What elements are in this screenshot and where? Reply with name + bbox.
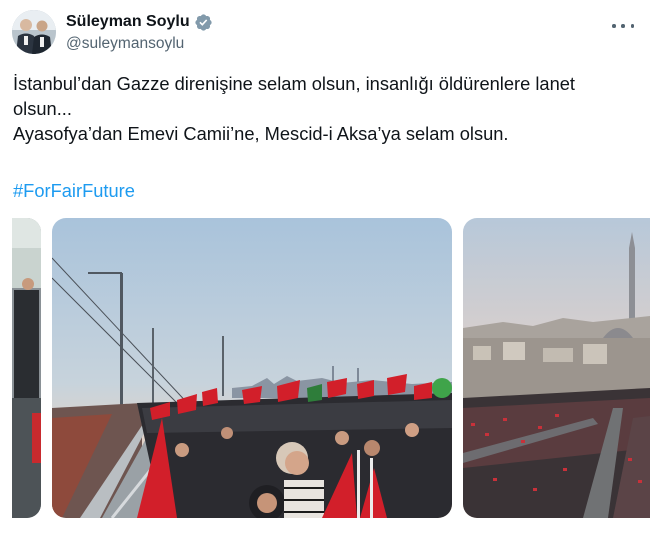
crowd-photo-partial[interactable] <box>12 218 41 518</box>
author-display-name[interactable]: Süleyman Soylu <box>66 12 190 32</box>
tweet-text: İstanbul’dan Gazze direnişine selam olsu… <box>13 71 633 146</box>
avatar[interactable] <box>12 10 56 54</box>
more-horizontal-icon[interactable] <box>612 16 634 36</box>
bridge-crowd-photo[interactable] <box>52 218 452 518</box>
hashtag-link[interactable]: #ForFairFuture <box>13 178 135 203</box>
author-handle[interactable]: @suleymansoylu <box>66 34 213 54</box>
author-info: Süleyman Soylu @suleymansoylu <box>66 12 213 54</box>
city-crowd-photo[interactable] <box>463 218 650 518</box>
tweet-header: Süleyman Soylu @suleymansoylu <box>12 8 638 58</box>
tweet-line-1: İstanbul’dan Gazze direnişine selam olsu… <box>13 73 575 94</box>
tweet-line-2: olsun... <box>13 98 72 119</box>
tweet-line-3: Ayasofya’dan Emevi Camii’ne, Mescid-i Ak… <box>13 123 509 144</box>
verified-badge-icon <box>194 13 213 32</box>
